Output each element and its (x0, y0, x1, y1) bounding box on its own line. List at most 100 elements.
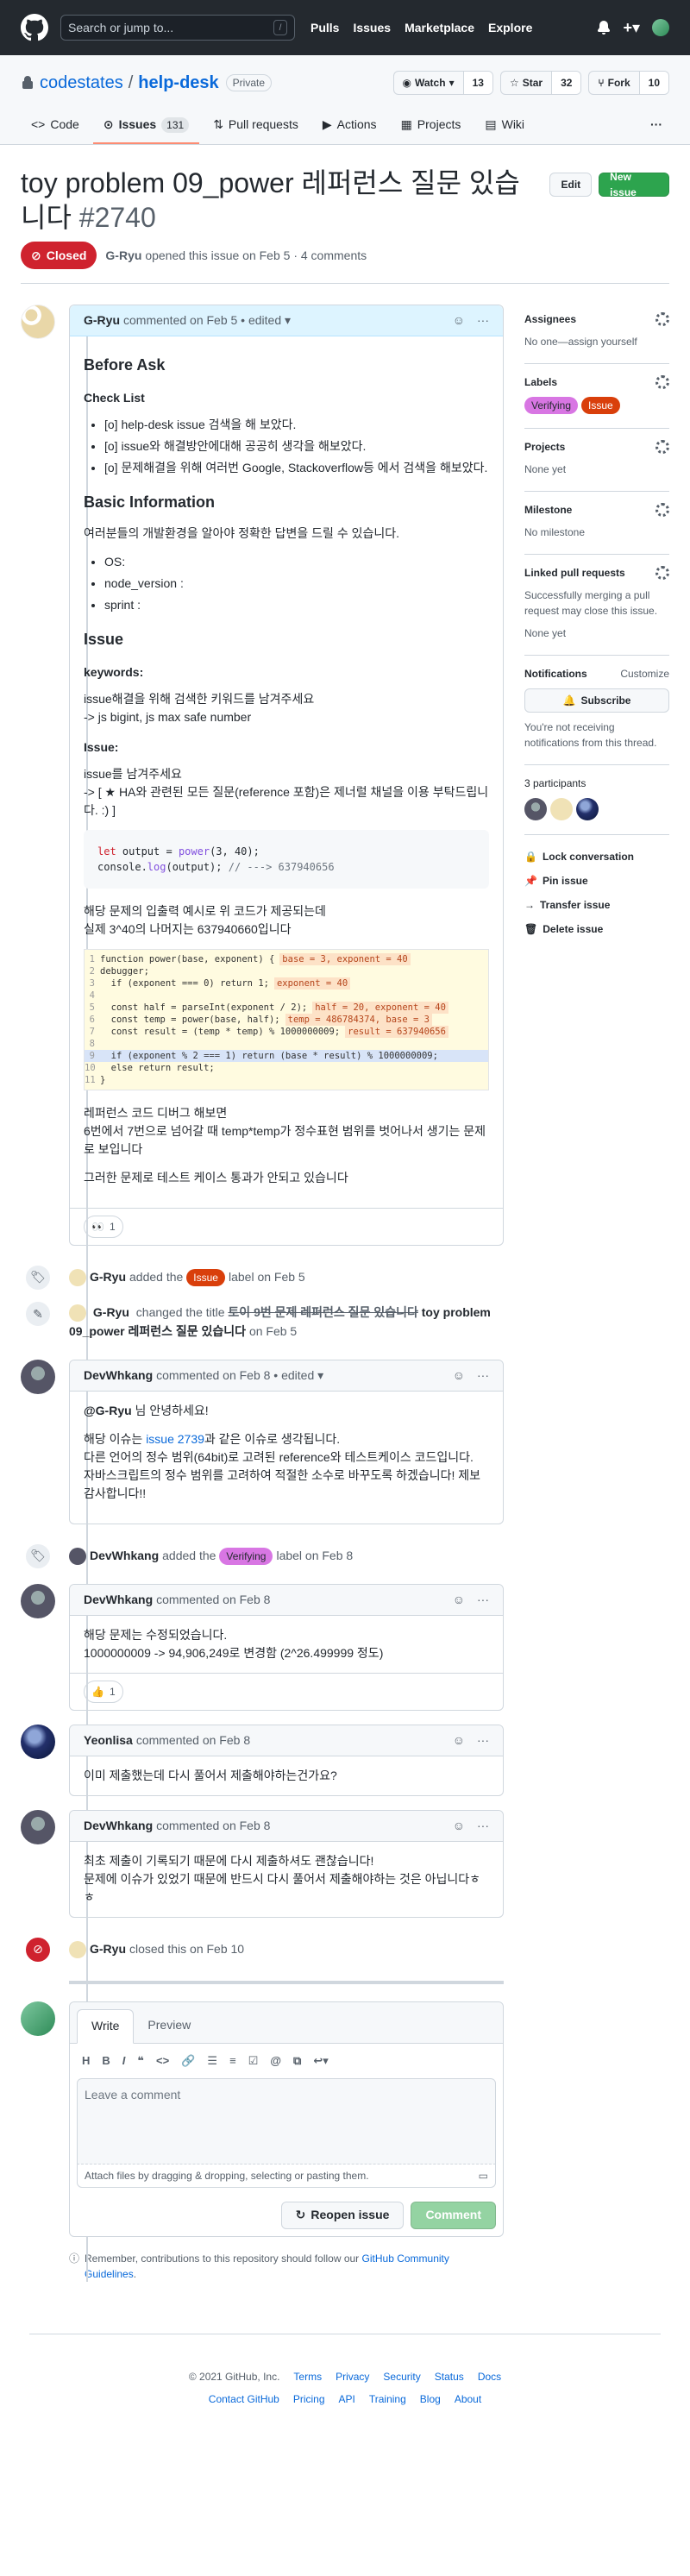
tab-projects[interactable]: ▦ Projects (391, 109, 472, 144)
watch-count[interactable]: 13 (463, 72, 492, 94)
author-avatar[interactable] (21, 1725, 55, 1760)
event-avatar[interactable] (69, 1547, 86, 1565)
footer-link-terms[interactable]: Terms (293, 2369, 322, 2384)
event-author-link[interactable]: G-Ryu (90, 1940, 126, 1958)
issue-author-link[interactable]: G-Ryu (105, 248, 141, 262)
watch-button[interactable]: ◉ Watch ▾ 13 (392, 71, 493, 95)
event-avatar[interactable] (69, 1940, 86, 1958)
tab-code[interactable]: <> Code (21, 109, 90, 144)
repo-owner-link[interactable]: codestates (40, 70, 123, 96)
current-user-avatar[interactable] (21, 2001, 55, 2037)
heading-icon[interactable]: H (82, 2052, 90, 2070)
debugger-screenshot[interactable]: 1 function power(base, exponent) {base = … (84, 949, 489, 1090)
kebab-icon[interactable]: ··· (477, 1367, 489, 1385)
reopen-issue-button[interactable]: ↻ Reopen issue (280, 2201, 405, 2229)
reply-icon[interactable]: ↩▾ (313, 2052, 328, 2070)
author-avatar[interactable] (21, 1360, 55, 1395)
tab-issues[interactable]: ⊙ Issues 131 (92, 109, 200, 144)
comment-author-link[interactable]: G-Ryu (84, 311, 120, 330)
fork-button[interactable]: ⑂ Fork 10 (588, 71, 669, 95)
kebab-icon[interactable]: ··· (477, 311, 489, 330)
smiley-icon[interactable]: ☺ (453, 1591, 465, 1609)
smiley-icon[interactable]: ☺ (453, 1731, 465, 1750)
link-icon[interactable]: 🔗 (181, 2052, 195, 2070)
customize-link[interactable]: Customize (620, 666, 669, 682)
comment-meta[interactable]: commented on Feb 8 (136, 1731, 250, 1750)
markdown-icon[interactable]: ▭ (479, 2168, 488, 2183)
participant-avatar[interactable] (550, 798, 573, 820)
author-avatar[interactable] (21, 1584, 55, 1619)
comment-meta[interactable]: commented on Feb 5 • edited (123, 311, 281, 330)
event-author-link[interactable]: G-Ryu (90, 1268, 126, 1286)
nav-marketplace[interactable]: Marketplace (405, 19, 474, 37)
tab-pull-requests[interactable]: ⇅ Pull requests (203, 109, 309, 144)
footer-link-docs[interactable]: Docs (478, 2369, 501, 2384)
nav-pulls[interactable]: Pulls (310, 19, 339, 37)
kebab-icon[interactable]: ··· (477, 1817, 489, 1835)
comment-textarea[interactable]: Leave a comment (77, 2077, 496, 2164)
footer-link-training[interactable]: Training (369, 2391, 406, 2407)
transfer-issue-button[interactable]: → Transfer issue (524, 897, 669, 913)
footer-link-status[interactable]: Status (435, 2369, 464, 2384)
reaction-eyes[interactable]: 👀 1 (84, 1216, 123, 1238)
delete-issue-button[interactable]: 🗑 Delete issue (524, 921, 669, 937)
comment-author-link[interactable]: DevWhkang (84, 1591, 153, 1609)
star-count[interactable]: 32 (552, 72, 581, 94)
label-verifying[interactable]: Verifying (219, 1547, 273, 1565)
event-avatar[interactable] (69, 1268, 86, 1286)
nav-explore[interactable]: Explore (488, 19, 532, 37)
github-logo-icon[interactable] (21, 14, 48, 41)
tab-actions[interactable]: ▶ Actions (312, 109, 387, 144)
mention-icon[interactable]: @ (270, 2052, 281, 2070)
participant-avatar[interactable] (576, 798, 599, 820)
gear-icon[interactable] (656, 440, 669, 454)
unordered-list-icon[interactable]: ☰ (207, 2052, 217, 2070)
event-author-link[interactable]: DevWhkang (90, 1547, 159, 1565)
reaction-thumbs-up[interactable]: 👍 1 (84, 1681, 123, 1704)
footer-link-blog[interactable]: Blog (420, 2391, 441, 2407)
gear-icon[interactable] (656, 503, 669, 517)
comment-author-link[interactable]: Yeonlisa (84, 1731, 133, 1750)
attach-files-area[interactable]: Attach files by dragging & dropping, sel… (77, 2164, 496, 2188)
event-avatar[interactable] (69, 1304, 86, 1323)
quote-icon[interactable]: ❝ (137, 2052, 144, 2070)
lock-conversation-button[interactable]: 🔒 Lock conversation (524, 849, 669, 864)
plus-dropdown-icon[interactable]: +▾ (623, 16, 640, 40)
global-search-input[interactable]: Search or jump to... / (60, 15, 295, 41)
author-avatar[interactable] (21, 305, 55, 339)
kebab-icon[interactable]: ··· (477, 1731, 489, 1750)
gear-icon[interactable] (656, 375, 669, 389)
comment-button[interactable]: Comment (411, 2201, 496, 2229)
smiley-icon[interactable]: ☺ (453, 1367, 465, 1385)
comment-author-link[interactable]: DevWhkang (84, 1367, 153, 1385)
bell-icon[interactable] (597, 21, 611, 35)
label-issue[interactable]: Issue (581, 397, 620, 414)
user-avatar[interactable] (652, 19, 669, 36)
footer-link-api[interactable]: API (339, 2391, 355, 2407)
footer-link-pricing[interactable]: Pricing (293, 2391, 325, 2407)
comment-author-link[interactable]: DevWhkang (84, 1817, 153, 1835)
footer-link-security[interactable]: Security (383, 2369, 420, 2384)
edit-title-button[interactable]: Edit (549, 173, 593, 197)
tasklist-icon[interactable]: ☑ (248, 2052, 259, 2070)
fork-count[interactable]: 10 (639, 72, 668, 94)
gear-icon[interactable] (656, 566, 669, 580)
cross-reference-icon[interactable]: ⧉ (293, 2052, 301, 2070)
subscribe-button[interactable]: 🔔 Subscribe (524, 688, 669, 713)
italic-icon[interactable]: I (122, 2052, 126, 2070)
footer-link-contact[interactable]: Contact GitHub (209, 2391, 279, 2407)
new-issue-button[interactable]: New issue (599, 171, 669, 198)
bold-icon[interactable]: B (102, 2052, 110, 2070)
smiley-icon[interactable]: ☺ (453, 311, 465, 330)
label-issue[interactable]: Issue (186, 1268, 225, 1286)
smiley-icon[interactable]: ☺ (453, 1817, 465, 1835)
gear-icon[interactable] (656, 312, 669, 326)
comment-meta[interactable]: commented on Feb 8 • edited (156, 1367, 314, 1385)
ordered-list-icon[interactable]: ≡ (229, 2052, 236, 2070)
kebab-icon[interactable]: ··· (477, 1591, 489, 1609)
comment-meta[interactable]: commented on Feb 8 (156, 1591, 270, 1609)
participant-avatar[interactable] (524, 798, 547, 820)
footer-link-about[interactable]: About (455, 2391, 481, 2407)
star-button[interactable]: ☆ Star 32 (499, 71, 582, 95)
more-tabs-icon[interactable]: ··· (643, 109, 669, 144)
